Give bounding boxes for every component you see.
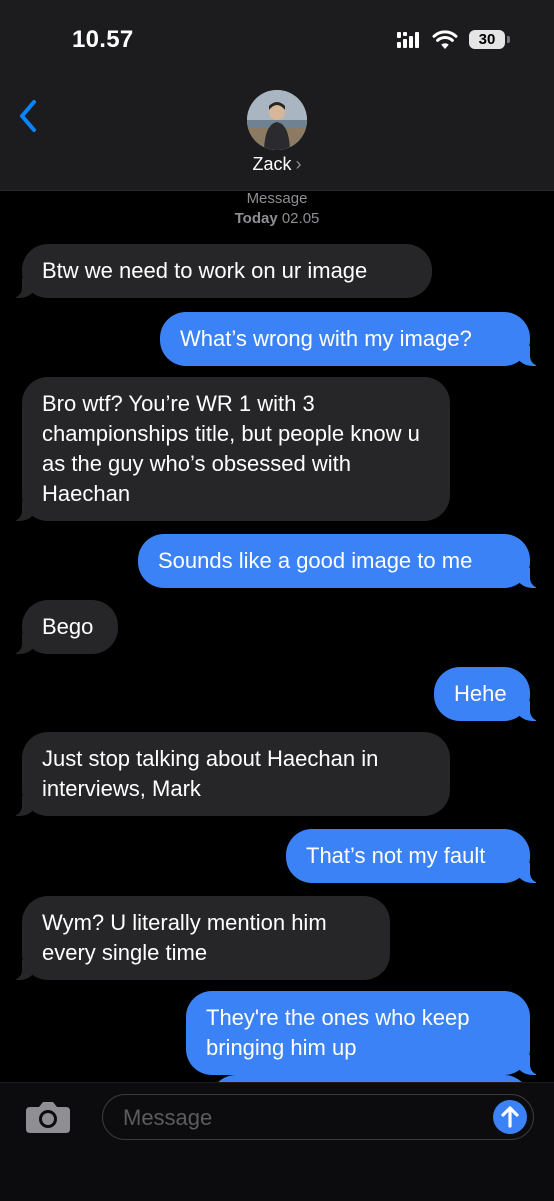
send-button[interactable] bbox=[493, 1100, 527, 1134]
camera-icon[interactable] bbox=[24, 1099, 72, 1135]
status-time: 10.57 bbox=[72, 26, 134, 53]
message-text: That’s not my fault bbox=[306, 843, 486, 868]
message-thread[interactable]: Message Today 02.05 Btw we need to work … bbox=[0, 190, 554, 1082]
message-bubble-incoming[interactable]: Btw we need to work on ur image bbox=[12, 244, 432, 298]
message-text: What’s wrong with my image? bbox=[180, 326, 472, 351]
timestamp: Today 02.05 bbox=[0, 210, 554, 227]
message-bubble-outgoing[interactable]: Sounds like a good image to me bbox=[138, 534, 540, 588]
service-label: Message bbox=[246, 190, 308, 207]
message-bubble-incoming[interactable]: Wym? U literally mention him every singl… bbox=[12, 896, 390, 980]
chevron-right-icon: › bbox=[295, 154, 302, 174]
conversation-header: Zack › bbox=[0, 80, 554, 191]
message-bubble-outgoing[interactable]: What’s wrong with my image? bbox=[160, 312, 540, 366]
message-text: Wym? U literally mention him every singl… bbox=[42, 910, 327, 965]
message-bubble-incoming[interactable]: Bego bbox=[12, 600, 118, 654]
arrow-up-icon bbox=[501, 1106, 519, 1128]
message-text: Btw we need to work on ur image bbox=[42, 258, 368, 283]
message-text: Bro wtf? You’re WR 1 with 3 championship… bbox=[42, 391, 420, 506]
timestamp-day: Today bbox=[234, 210, 278, 227]
contact-name: Zack bbox=[252, 154, 292, 174]
contact-name-link[interactable]: Zack › bbox=[0, 154, 554, 175]
compose-bar: Message bbox=[0, 1082, 554, 1201]
message-input[interactable]: Message bbox=[102, 1094, 534, 1140]
message-text: Bego bbox=[42, 614, 94, 639]
message-text: Sounds like a good image to me bbox=[158, 548, 473, 573]
battery-cap bbox=[507, 36, 510, 43]
message-text: Just stop talking about Haechan in inter… bbox=[42, 746, 379, 801]
status-bar: 10.57 30 bbox=[0, 0, 554, 80]
message-bubble-outgoing[interactable]: They're the ones who keep bringing him u… bbox=[186, 991, 540, 1075]
cellular-signal-icon bbox=[397, 32, 419, 48]
back-chevron-icon[interactable] bbox=[14, 96, 44, 136]
message-bubble-incoming[interactable]: Bro wtf? You’re WR 1 with 3 championship… bbox=[12, 377, 450, 521]
contact-avatar[interactable] bbox=[247, 90, 307, 150]
wifi-icon bbox=[432, 30, 458, 49]
message-bubble-outgoing[interactable]: Hehe bbox=[434, 667, 540, 721]
avatar-photo bbox=[247, 90, 307, 150]
message-text: Hehe bbox=[454, 681, 507, 706]
message-input-placeholder: Message bbox=[123, 1105, 213, 1130]
battery-level: 30 bbox=[469, 30, 505, 49]
message-bubble-outgoing[interactable]: That’s not my fault bbox=[286, 829, 540, 883]
message-bubble-outgoing-partial[interactable] bbox=[210, 1075, 530, 1082]
message-text: They're the ones who keep bringing him u… bbox=[206, 1005, 470, 1060]
timestamp-time: 02.05 bbox=[281, 210, 320, 227]
message-bubble-incoming[interactable]: Just stop talking about Haechan in inter… bbox=[12, 732, 450, 816]
